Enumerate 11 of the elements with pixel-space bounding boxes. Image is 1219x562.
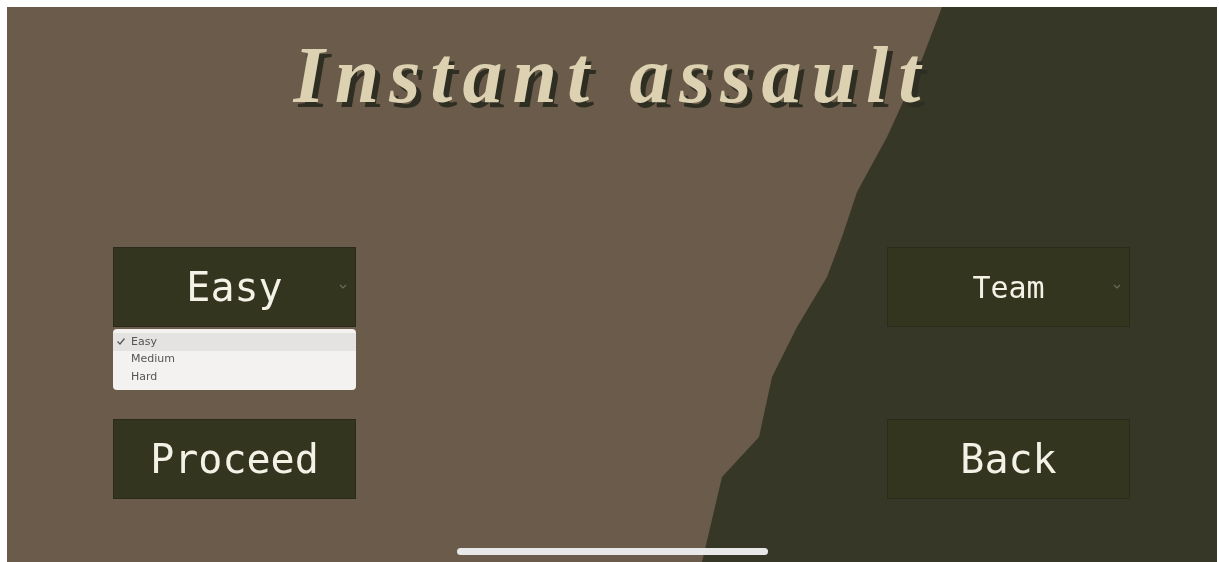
chevron-icon [339, 284, 347, 290]
chevron-icon [1113, 284, 1121, 290]
game-title: Instant assault [293, 35, 931, 115]
mode-dropdown[interactable]: Team [887, 247, 1130, 327]
checkmark-icon [117, 338, 125, 346]
proceed-button[interactable]: Proceed [113, 419, 356, 499]
back-button[interactable]: Back [887, 419, 1130, 499]
dropdown-option[interactable]: Hard [113, 368, 356, 386]
dropdown-option[interactable]: Medium [113, 350, 356, 369]
dropdown-option[interactable]: Easy [113, 333, 356, 351]
difficulty-dropdown[interactable]: Easy [113, 247, 356, 327]
